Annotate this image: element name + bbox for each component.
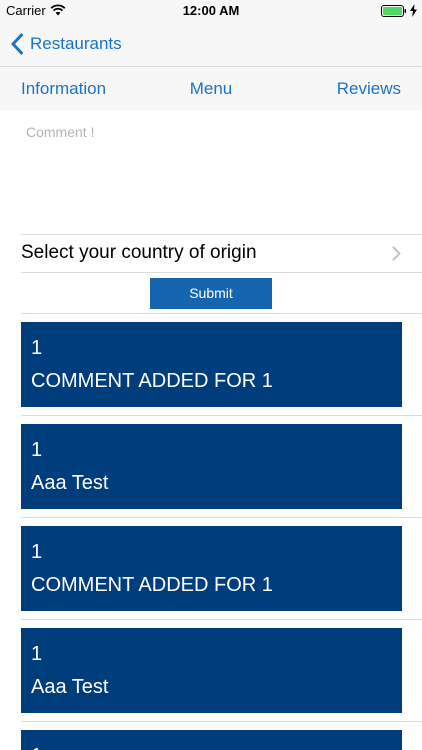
chevron-left-icon [11, 33, 23, 55]
battery-icon [381, 5, 406, 17]
comment-text: Aaa Test [31, 472, 109, 494]
tab-menu[interactable]: Menu [190, 79, 233, 98]
divider [21, 313, 422, 314]
comment-text: COMMENT ADDED FOR 1 [31, 574, 273, 596]
segment-tabs: Information Menu Reviews [0, 66, 422, 110]
back-button-label: Restaurants [30, 34, 122, 53]
divider [21, 415, 422, 416]
comment-card: 1 Aaa Test [21, 628, 402, 713]
comment-number: 1 [31, 337, 43, 359]
comment-number: 1 [31, 745, 42, 750]
chevron-right-icon [392, 246, 401, 261]
comment-area [0, 110, 422, 234]
comment-text: COMMENT ADDED FOR 1 [31, 370, 273, 392]
comment-card: 1 [21, 730, 402, 750]
comment-input[interactable] [26, 124, 406, 224]
status-bar: Carrier 12:00 AM [0, 0, 422, 22]
tab-information[interactable]: Information [21, 79, 106, 99]
divider [21, 619, 422, 620]
submit-button[interactable]: Submit [150, 278, 272, 309]
country-selector[interactable]: Select your country of origin [0, 235, 422, 272]
comment-card: 1 Aaa Test [21, 424, 402, 509]
navigation-bar: Restaurants [0, 22, 422, 66]
back-button[interactable]: Restaurants [10, 30, 122, 58]
divider [21, 517, 422, 518]
divider [21, 272, 422, 273]
comment-number: 1 [31, 541, 43, 563]
comment-card: 1 COMMENT ADDED FOR 1 [21, 322, 402, 407]
tab-reviews[interactable]: Reviews [337, 79, 401, 99]
comment-text: Aaa Test [31, 676, 109, 698]
comment-card: 1 COMMENT ADDED FOR 1 [21, 526, 402, 611]
divider [21, 721, 422, 722]
charging-icon [410, 4, 417, 17]
country-selector-label: Select your country of origin [21, 242, 257, 263]
comment-number: 1 [31, 643, 43, 665]
status-time: 12:00 AM [182, 3, 240, 18]
comment-number: 1 [31, 439, 43, 461]
